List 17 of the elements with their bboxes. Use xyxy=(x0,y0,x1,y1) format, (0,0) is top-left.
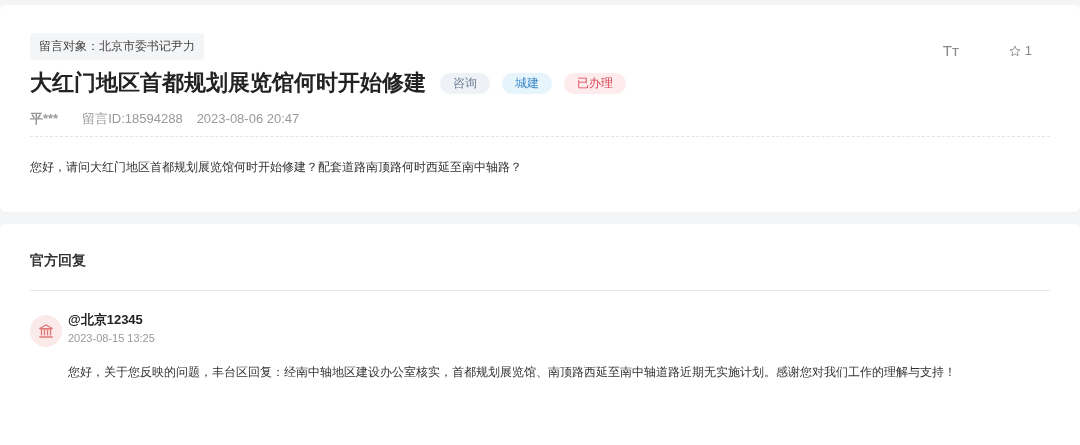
reply-heading: 官方回复 xyxy=(30,250,1050,291)
recipient-label: 留言对象：北京市委书记尹力 xyxy=(30,33,204,60)
message-id: 留言ID:18594288 xyxy=(82,110,183,128)
message-time: 2023-08-06 20:47 xyxy=(196,110,300,128)
font-size-button[interactable]: Tт xyxy=(942,41,959,61)
reply-author: @北京12345 xyxy=(68,311,144,329)
star-icon xyxy=(1008,45,1021,57)
reply-time: 2023-08-15 13:25 xyxy=(68,331,156,346)
author-name: 平*** xyxy=(30,110,59,128)
favorite-button[interactable]: 1 xyxy=(1008,42,1032,60)
tag: 已办理 xyxy=(564,72,626,94)
government-building-icon xyxy=(37,322,55,340)
reply-body: 您好，关于您反映的问题，丰台区回复：经南中轴地区建设办公室核实，首都规划展览馆、南顶路西延至南中轴道路近期无实施计划。感谢您对我们工作的理解与支持！ xyxy=(68,364,956,381)
message-title: 大红门地区首都规划展览馆何时开始修建 xyxy=(30,69,426,97)
tag: 城建 xyxy=(502,72,552,94)
message-body: 您好，请问大红门地区首都规划展览馆何时开始修建？配套道路南顶路何时西延至南中轴路？ xyxy=(30,159,523,176)
tag: 咨询 xyxy=(440,72,490,94)
